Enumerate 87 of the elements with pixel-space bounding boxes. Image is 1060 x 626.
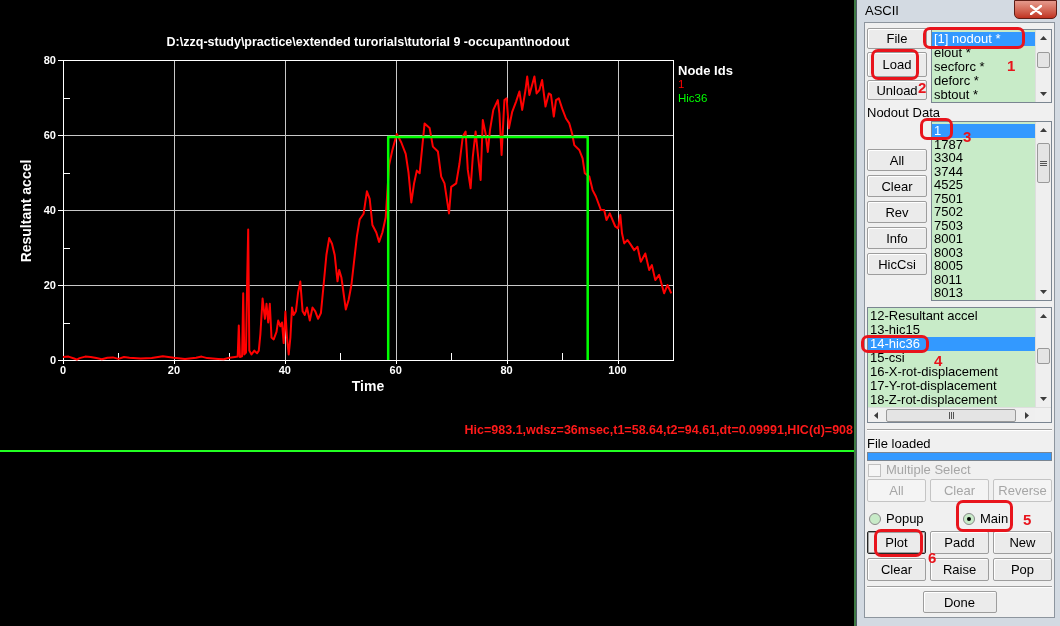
grip-icon xyxy=(948,411,954,419)
close-button[interactable] xyxy=(1014,0,1057,19)
caret-left-icon[interactable] xyxy=(874,411,878,419)
list-item[interactable]: 16-X-rot-displacement xyxy=(868,365,1000,379)
annotation-number: 1 xyxy=(1007,58,1016,73)
radio-button[interactable] xyxy=(869,513,881,525)
radio-label[interactable]: Main xyxy=(980,512,1009,526)
annotation-outline xyxy=(920,118,953,140)
list-item[interactable]: 17-Y-rot-displacement xyxy=(868,379,999,393)
hiccsi-button[interactable]: HicCsi xyxy=(867,253,927,275)
list-item[interactable]: 8005 xyxy=(932,259,965,273)
list-item[interactable]: 13-hic15 xyxy=(868,323,922,337)
scrollbar-thumb[interactable] xyxy=(886,408,1016,422)
scrollbar[interactable] xyxy=(868,407,1051,422)
list-item[interactable]: 12-Resultant accel xyxy=(868,309,980,323)
scrollbar[interactable] xyxy=(1035,308,1051,407)
padd-button[interactable]: Padd xyxy=(930,531,989,554)
legend-title: Node Ids xyxy=(678,63,733,78)
list-item[interactable]: sbtout * xyxy=(932,88,981,102)
list-item[interactable]: secforc * xyxy=(932,60,987,74)
list-item[interactable]: 7503 xyxy=(932,218,965,232)
annotation-number: 5 xyxy=(1023,512,1032,527)
tick-label: 80 xyxy=(43,54,56,66)
scrollbar-thumb[interactable] xyxy=(1037,143,1050,183)
axis-title: Resultant accel xyxy=(18,159,34,263)
list-item[interactable]: 8013 xyxy=(932,286,965,300)
clear-button[interactable]: Clear xyxy=(867,558,926,581)
caret-down-icon[interactable] xyxy=(1040,290,1047,294)
all-button[interactable]: All xyxy=(867,149,927,171)
section-label: Nodout Data xyxy=(867,106,940,120)
tick-label: 0 xyxy=(49,354,56,366)
grip-icon xyxy=(1040,160,1047,166)
list-item[interactable]: 3304 xyxy=(932,151,965,165)
info-button[interactable]: Info xyxy=(867,227,927,249)
window-title: ASCII xyxy=(865,4,899,18)
caret-down-icon[interactable] xyxy=(1040,92,1047,96)
tick-label: 0 xyxy=(59,364,67,376)
list-item[interactable]: 3744 xyxy=(932,164,965,178)
legend-label: Hic36 xyxy=(678,92,708,104)
annotation-outline xyxy=(871,49,919,80)
list-item[interactable]: 8001 xyxy=(932,232,965,246)
tick-label: 20 xyxy=(43,279,56,291)
caret-up-icon[interactable] xyxy=(1040,128,1047,132)
list-item[interactable]: 8011 xyxy=(932,272,964,286)
scrollbar-thumb[interactable] xyxy=(1037,348,1050,364)
annotation-number: 4 xyxy=(934,353,943,368)
list-item[interactable]: 7502 xyxy=(932,205,965,219)
axis-title: Time xyxy=(351,378,385,394)
caret-up-icon[interactable] xyxy=(1040,314,1047,318)
load-button[interactable]: Load xyxy=(867,52,927,77)
tick-label: 20 xyxy=(167,364,181,376)
list-item[interactable]: 1787 xyxy=(932,137,965,151)
tick-label: 60 xyxy=(43,129,56,141)
caret-up-icon[interactable] xyxy=(1040,36,1047,40)
list-item[interactable]: 7501 xyxy=(932,191,965,205)
tick-label: 80 xyxy=(500,364,513,376)
tick-label: 60 xyxy=(389,364,402,376)
chart-title: D:\zzq-study\practice\extended turorials\tutorial 9 -occupant\nodout xyxy=(166,35,570,49)
radio-button[interactable] xyxy=(963,513,975,525)
list-item[interactable]: 4525 xyxy=(932,178,965,192)
pop-button[interactable]: Pop xyxy=(993,558,1052,581)
legend-label: 1 xyxy=(678,78,685,90)
close-icon[interactable] xyxy=(1029,4,1042,15)
scrollbar[interactable] xyxy=(1035,30,1051,102)
clear-button[interactable]: Clear xyxy=(867,175,927,197)
list-item[interactable]: deforc * xyxy=(932,74,981,88)
annotation-outline xyxy=(861,335,929,353)
annotation-number: 2 xyxy=(918,80,927,95)
rev-button[interactable]: Rev xyxy=(867,201,927,223)
caret-down-icon[interactable] xyxy=(1040,397,1047,401)
list-item[interactable]: 15-csi xyxy=(868,351,907,365)
hic-result-text: Hic=983.1,wdsz=36msec,t1=58.64,t2=94.61,dt=0.09991,HIC(d)=908 xyxy=(464,423,853,437)
tick-label: 100 xyxy=(608,364,627,376)
scrollbar[interactable] xyxy=(1035,122,1051,300)
tick-label: 40 xyxy=(43,204,56,216)
annotation-outline xyxy=(874,529,923,557)
list-item[interactable]: 8003 xyxy=(932,245,965,259)
radio-label[interactable]: Popup xyxy=(886,512,924,526)
new-button[interactable]: New xyxy=(993,531,1052,554)
caret-right-icon[interactable] xyxy=(1025,411,1029,419)
done-button[interactable]: Done xyxy=(922,591,997,613)
list-item[interactable]: 18-Z-rot-displacement xyxy=(868,393,1000,407)
annotation-outline xyxy=(956,500,1013,532)
section-label: File loaded xyxy=(867,437,931,451)
tick-label: 40 xyxy=(278,364,291,376)
file-button[interactable]: File xyxy=(867,28,927,49)
scrollbar-thumb[interactable] xyxy=(1037,52,1050,68)
